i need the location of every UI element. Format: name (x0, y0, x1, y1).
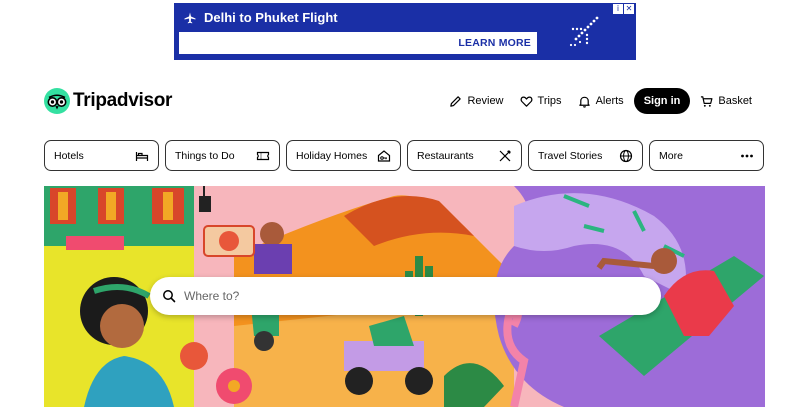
hero-banner (44, 186, 765, 407)
basket-label: Basket (718, 95, 752, 107)
ad-title[interactable]: Delhi to Phuket Flight (184, 10, 338, 25)
bell-icon (578, 96, 590, 108)
search-icon (163, 290, 176, 303)
tab-things-to-do[interactable]: Things to Do (165, 140, 280, 171)
tab-restaurants[interactable]: Restaurants (407, 140, 522, 171)
tripadvisor-logo[interactable]: Tripadvisor (44, 88, 172, 114)
tab-label: More (659, 149, 683, 162)
tab-label: Holiday Homes (296, 149, 368, 162)
search-bar[interactable] (150, 277, 661, 315)
owl-logo-icon (44, 88, 70, 114)
tab-label: Travel Stories (538, 149, 603, 162)
category-tabs: Hotels Things to Do Holiday Homes Restau… (44, 140, 764, 171)
ad-learn-more-label: LEARN MORE (458, 37, 531, 49)
ad-title-text: Delhi to Phuket Flight (204, 10, 338, 25)
trips-label: Trips (537, 95, 562, 107)
bed-icon (135, 151, 149, 161)
cart-icon (701, 95, 713, 107)
tab-holiday-homes[interactable]: Holiday Homes (286, 140, 401, 171)
pencil-icon (450, 95, 462, 107)
site-header: Tripadvisor Review Trips Alerts Sign in … (0, 82, 800, 120)
tab-label: Things to Do (175, 149, 235, 162)
house-key-icon (377, 149, 391, 162)
tab-label: Hotels (54, 149, 84, 162)
airplane-icon (184, 12, 196, 23)
ad-banner[interactable]: Delhi to Phuket Flight LEARN MORE i ✕ (174, 3, 636, 60)
tab-label: Restaurants (417, 149, 474, 162)
tab-more[interactable]: More (649, 140, 764, 171)
globe-icon (619, 149, 633, 162)
ad-info-icon[interactable]: i (613, 4, 623, 14)
logo-wordmark: Tripadvisor (73, 90, 173, 111)
ad-badges: i ✕ (613, 4, 634, 14)
header-nav: Review Trips Alerts Sign in Basket (441, 87, 760, 115)
review-label: Review (467, 95, 504, 107)
ad-learn-more-button[interactable]: LEARN MORE (179, 32, 537, 54)
alerts-link[interactable]: Alerts (570, 87, 632, 115)
sign-in-button[interactable]: Sign in (633, 88, 691, 114)
heart-icon (520, 96, 532, 107)
alerts-label: Alerts (595, 95, 624, 107)
basket-link[interactable]: Basket (692, 87, 760, 115)
tab-hotels[interactable]: Hotels (44, 140, 159, 171)
search-input[interactable] (184, 289, 624, 303)
more-dots-icon (741, 154, 753, 157)
tab-travel-stories[interactable]: Travel Stories (528, 140, 643, 171)
trips-link[interactable]: Trips (512, 87, 570, 115)
cutlery-icon (499, 149, 511, 161)
dotted-plane-icon (569, 16, 599, 47)
review-link[interactable]: Review (441, 87, 511, 115)
ticket-icon (256, 151, 270, 160)
ad-close-icon[interactable]: ✕ (624, 4, 634, 14)
